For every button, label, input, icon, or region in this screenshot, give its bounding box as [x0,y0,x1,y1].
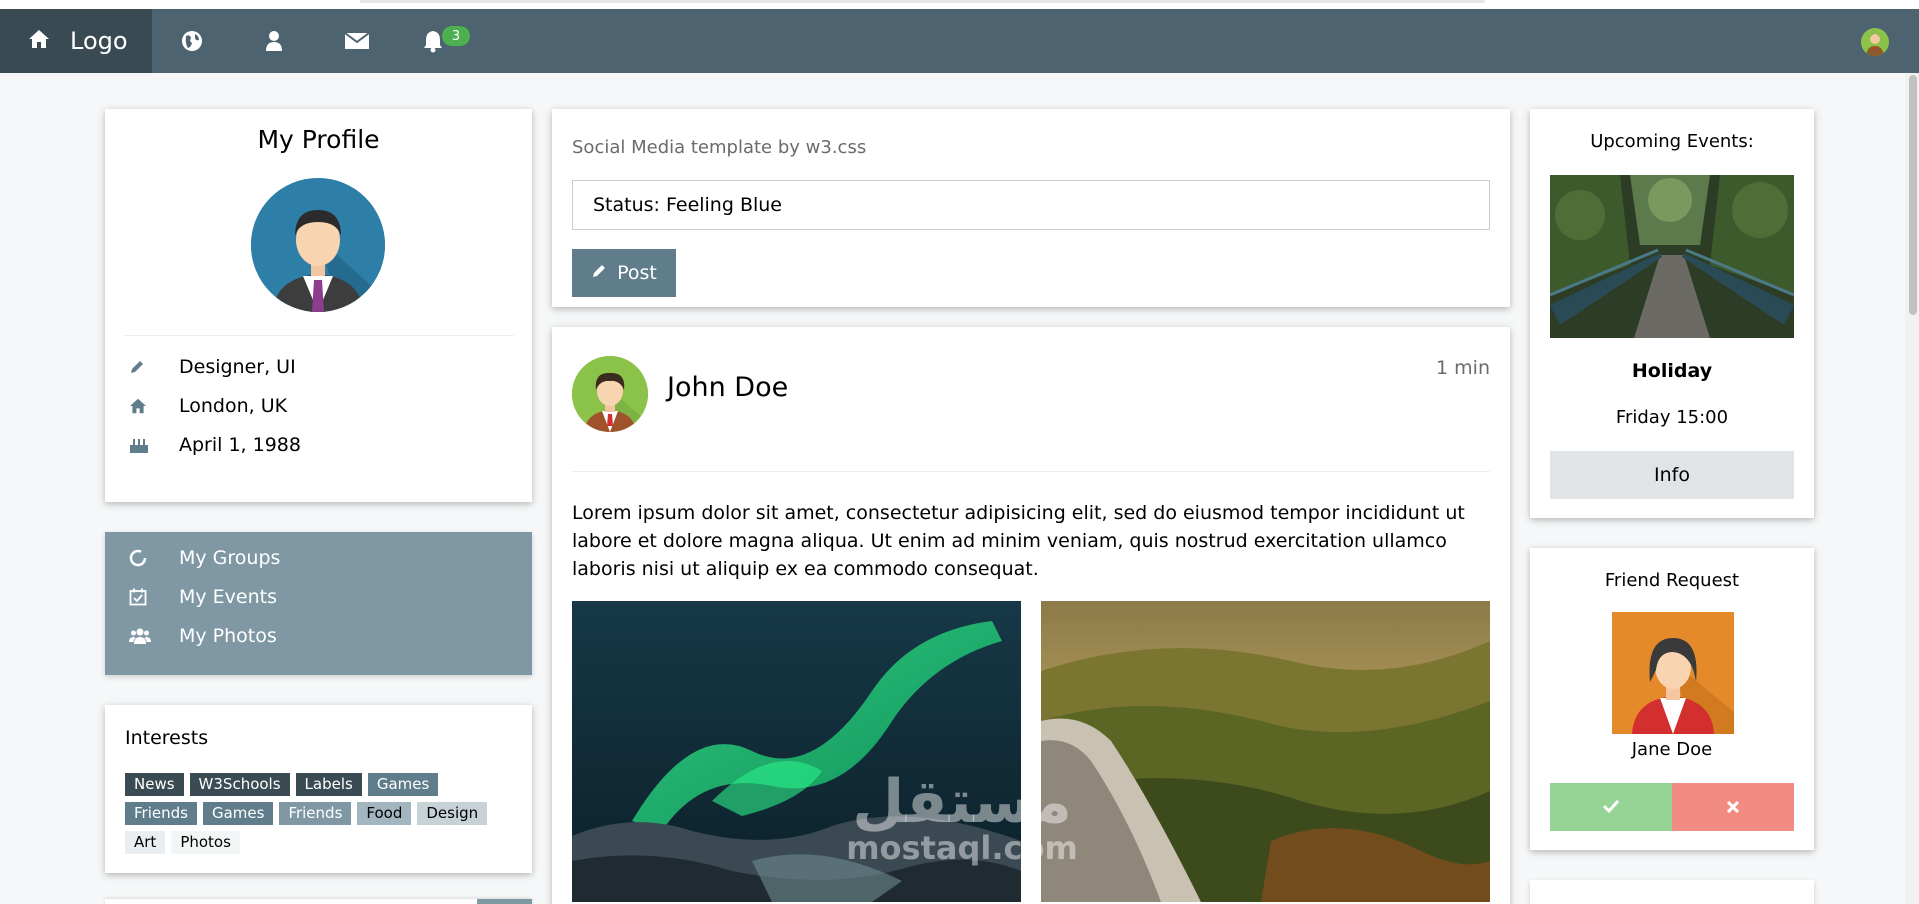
menu-my-photos-label: My Photos [179,625,277,647]
profile-title: My Profile [257,125,380,154]
event-info-button[interactable]: Info [1550,451,1794,499]
friend-name: Jane Doe [1631,739,1713,760]
interests-card: Interests News W3Schools Labels Games Fr… [105,705,532,873]
upcoming-events-card: Upcoming Events: Holiday Friday 15:00 In… [1530,109,1814,518]
mostaql-watermark: مستقل mostaql.com [842,772,1082,864]
interest-tag[interactable]: Food [357,802,412,825]
post-button[interactable]: Post [572,249,676,297]
interest-tags: News W3Schools Labels Games Friends Game… [125,773,515,854]
post-button-label: Post [617,262,657,284]
post-time: 1 min [1436,357,1490,379]
event-time: Friday 15:00 [1615,407,1729,428]
event-name: Holiday [1631,360,1713,382]
friend-avatar [1612,612,1734,734]
user-icon[interactable] [254,9,294,73]
interest-tag[interactable]: Games [202,802,274,825]
accept-friend-button[interactable] [1550,783,1672,831]
top-navbar: Logo 3 [0,9,1919,73]
composer-caption: Social Media template by w3.css [572,137,867,158]
profile-divider [123,335,514,336]
pencil-icon [591,262,607,284]
home-icon [28,27,50,55]
address-bar [360,0,1485,3]
status-composer: Social Media template by w3.css Status: … [552,109,1510,307]
profile-location-text: London, UK [179,395,288,417]
calendar-check-icon [123,588,179,606]
profile-job: Designer, UI [123,356,296,378]
profile-menu: My Groups My Events My Photos [105,532,532,675]
watermark-arabic: مستقل [852,767,1072,837]
notification-badge: 3 [442,26,470,46]
logo-link[interactable]: Logo [0,9,152,73]
next-card-accent [477,899,532,904]
friend-request-card: Friend Request Jane Doe [1530,548,1814,850]
home-icon [123,398,179,414]
post-author-name[interactable]: John Doe [667,372,788,403]
events-title: Upcoming Events: [1590,131,1754,152]
logo-label: Logo [70,27,128,55]
globe-icon[interactable] [172,9,212,73]
close-icon [1726,798,1740,817]
post-author-avatar[interactable] [572,356,648,432]
interest-tag[interactable]: News [125,773,184,796]
interest-tag[interactable]: Friends [125,802,197,825]
interests-title: Interests [125,727,209,749]
next-right-card-edge [1530,880,1814,904]
menu-my-events[interactable]: My Events [123,577,277,617]
event-image [1550,175,1794,338]
user-avatar[interactable] [1861,28,1889,56]
menu-my-groups-label: My Groups [179,547,281,569]
interest-tag[interactable]: Photos [171,831,240,854]
profile-card: My Profile Designer, UI London, UK April… [105,109,532,502]
profile-location: London, UK [123,395,287,417]
next-card-edge [105,899,532,904]
browser-top-strip [0,0,1919,9]
profile-job-text: Designer, UI [179,356,296,378]
interest-tag[interactable]: Art [125,831,166,854]
envelope-icon[interactable] [337,9,377,73]
interest-tag[interactable]: Design [417,802,488,825]
interest-tag[interactable]: Labels [295,773,362,796]
profile-avatar [251,178,385,312]
birthday-cake-icon [123,436,179,454]
menu-my-events-label: My Events [179,586,278,608]
post-text: Lorem ipsum dolor sit amet, consectetur … [572,502,1465,580]
interest-tag[interactable]: W3Schools [189,773,290,796]
decline-friend-button[interactable] [1672,783,1794,831]
interest-tag[interactable]: Friends [279,802,352,825]
watermark-latin: mostaql.com [846,829,1078,867]
post-divider [572,471,1490,472]
check-icon [1602,798,1620,817]
pencil-icon [123,359,179,375]
menu-my-photos[interactable]: My Photos [123,616,277,656]
status-input[interactable]: Status: Feeling Blue [572,180,1490,230]
profile-birthday-text: April 1, 1988 [179,434,301,456]
menu-my-groups[interactable]: My Groups [123,538,280,578]
interest-tag[interactable]: Games [367,773,439,796]
post-image-mountains[interactable] [1041,601,1490,902]
users-icon [123,627,179,645]
circle-notch-icon [123,549,179,567]
friend-request-title: Friend Request [1604,570,1740,591]
profile-birthday: April 1, 1988 [123,434,301,456]
scrollbar-thumb[interactable] [1909,75,1917,315]
